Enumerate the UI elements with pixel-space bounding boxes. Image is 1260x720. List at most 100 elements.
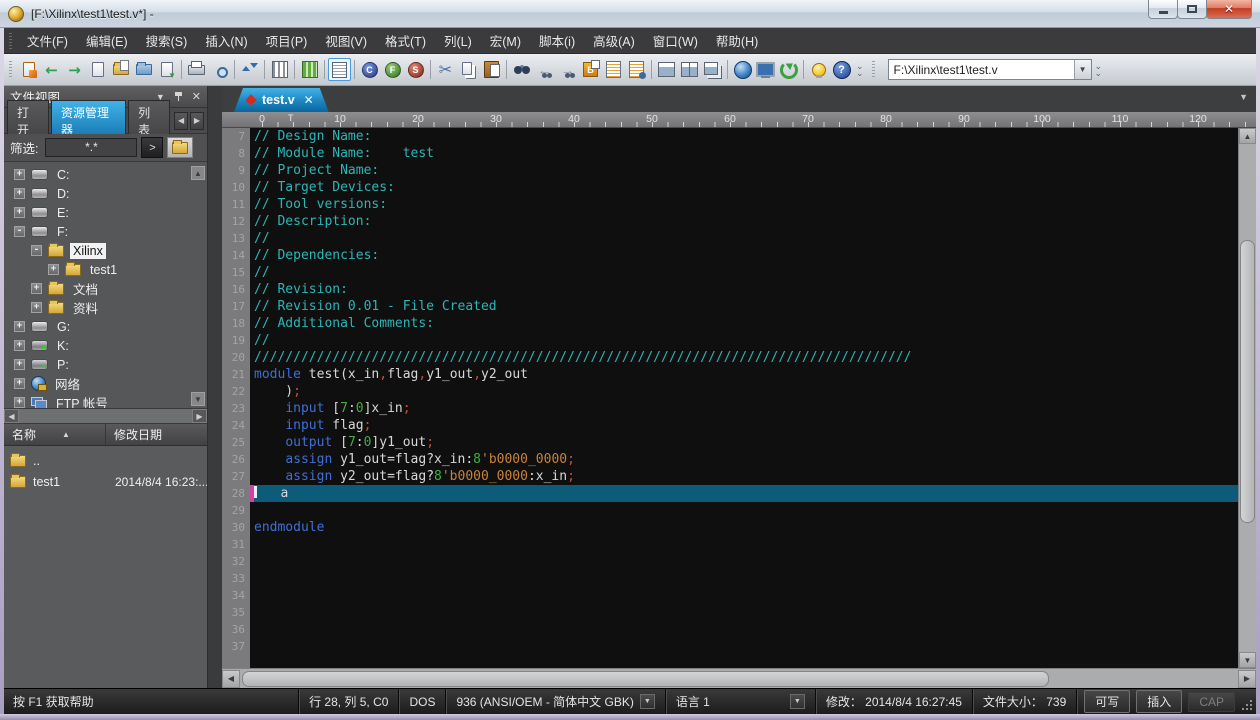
tree-label[interactable]: 文档	[70, 278, 101, 299]
tree-label[interactable]: D:	[54, 186, 73, 202]
tree-item-D:[interactable]: + D:	[4, 184, 207, 203]
new-file-icon[interactable]	[86, 58, 109, 81]
tab-list-dropdown-icon[interactable]: ▼	[1239, 92, 1248, 102]
hex-edit-icon[interactable]	[298, 58, 321, 81]
expand-icon[interactable]: +	[14, 321, 25, 332]
browser-icon[interactable]	[731, 58, 754, 81]
filter-browse-button[interactable]	[167, 137, 193, 158]
insert-mode-toggle[interactable]: 插入	[1136, 690, 1182, 713]
save-icon[interactable]	[155, 58, 178, 81]
tree-item-Xilinx[interactable]: - Xilinx	[4, 241, 207, 260]
tree-item-资料[interactable]: +资料	[4, 298, 207, 317]
filter-input[interactable]: *.*	[45, 138, 137, 157]
panel-close-icon[interactable]: ✕	[192, 90, 201, 103]
sidebar-hscroll-track[interactable]	[19, 409, 192, 423]
tree-label[interactable]: G:	[54, 319, 73, 335]
expand-icon[interactable]: +	[14, 188, 25, 199]
column-date[interactable]: 修改日期	[106, 426, 207, 443]
expand-icon[interactable]: +	[14, 207, 25, 218]
code-line-12[interactable]: 12// Description:	[222, 213, 1256, 230]
status-language[interactable]: 语言 1 ▼	[665, 689, 815, 714]
menu-格式(T)[interactable]: 格式(T)	[376, 27, 435, 54]
code-line-24[interactable]: 24 input flag;	[222, 417, 1256, 434]
tree-item-G:[interactable]: + G:	[4, 317, 207, 336]
toolbar-overflow2-icon[interactable]: ⌄⌄	[1095, 63, 1103, 77]
compare-icon[interactable]	[625, 58, 648, 81]
pin-icon[interactable]	[174, 92, 183, 102]
file-row-test1[interactable]: test12014/8/4 16:23:...	[4, 471, 207, 492]
tree-label[interactable]: 网络	[52, 373, 83, 394]
menu-插入(N)[interactable]: 插入(N)	[196, 27, 256, 54]
expand-icon[interactable]: +	[14, 378, 25, 389]
panel-splitter[interactable]	[208, 86, 222, 688]
code-line-28[interactable]: 28 a	[222, 485, 1256, 502]
maximize-button[interactable]	[1177, 0, 1207, 19]
code-line-16[interactable]: 16// Revision:	[222, 281, 1256, 298]
encoding-dropdown-icon[interactable]: ▼	[640, 694, 655, 709]
tree-item-网络[interactable]: + 网络	[4, 374, 207, 393]
function-s-icon[interactable]: S	[404, 58, 427, 81]
status-encoding[interactable]: 936 (ANSI/OEM - 简体中文 GBK) ▼	[445, 689, 664, 714]
language-dropdown-icon[interactable]: ▼	[790, 694, 805, 709]
combo-dropdown-button[interactable]: ▼	[1074, 60, 1091, 79]
menu-列(L)[interactable]: 列(L)	[435, 27, 481, 54]
collapse-icon[interactable]: -	[31, 245, 42, 256]
tree-item-C:[interactable]: +C:	[4, 165, 207, 184]
code-line-10[interactable]: 10// Target Devices:	[222, 179, 1256, 196]
forward-icon[interactable]: →	[63, 58, 86, 81]
code-line-34[interactable]: 34	[222, 587, 1256, 604]
ftp-open-icon[interactable]	[17, 58, 40, 81]
tab-close-icon[interactable]: ✕	[304, 93, 314, 107]
tree-item-E:[interactable]: +E:	[4, 203, 207, 222]
scroll-right-icon[interactable]: ▶	[192, 409, 207, 423]
code-line-20[interactable]: 20//////////////////////////////////////…	[222, 349, 1256, 366]
menu-项目(P)[interactable]: 项目(P)	[257, 27, 317, 54]
tree-label[interactable]: test1	[87, 262, 120, 278]
code-line-36[interactable]: 36	[222, 621, 1256, 638]
code-line-7[interactable]: 7// Design Name:	[222, 128, 1256, 145]
menu-脚本(i)[interactable]: 脚本(i)	[530, 27, 584, 54]
tree-item-文档[interactable]: +文档	[4, 279, 207, 298]
scroll-down-icon[interactable]: ▼	[1239, 652, 1256, 668]
code-line-15[interactable]: 15//	[222, 264, 1256, 281]
filter-go-button[interactable]: >	[141, 137, 163, 158]
copies-icon[interactable]	[701, 58, 724, 81]
tree-label[interactable]: FTP 帐号	[53, 392, 111, 408]
tree-label[interactable]: F:	[54, 224, 71, 240]
code-line-8[interactable]: 8// Module Name: test	[222, 145, 1256, 162]
code-line-22[interactable]: 22 );	[222, 383, 1256, 400]
tip-icon[interactable]	[807, 58, 830, 81]
code-editor[interactable]: 7// Design Name: 8// Module Name: test9/…	[222, 128, 1256, 668]
tree-label[interactable]: P:	[54, 357, 72, 373]
tree-scroll-down-icon[interactable]: ▼	[191, 392, 205, 406]
expand-icon[interactable]: +	[14, 359, 25, 370]
title-bar[interactable]: [F:\Xilinx\test1\test.v*] - ✕	[0, 0, 1260, 28]
tree-item-K:[interactable]: + K:	[4, 336, 207, 355]
cascade-icon[interactable]	[655, 58, 678, 81]
file-row-..[interactable]: ..	[4, 450, 207, 471]
scroll-left-icon[interactable]: ◀	[4, 409, 19, 423]
back-icon[interactable]: ←	[40, 58, 63, 81]
close-file-icon[interactable]	[132, 58, 155, 81]
code-line-9[interactable]: 9// Project Name:	[222, 162, 1256, 179]
copy-icon[interactable]	[457, 58, 480, 81]
capture-icon[interactable]	[754, 58, 777, 81]
code-line-30[interactable]: 30endmodule	[222, 519, 1256, 536]
code-line-25[interactable]: 25 output [7:0]y1_out;	[222, 434, 1256, 451]
tree-label[interactable]: K:	[54, 338, 72, 354]
expand-icon[interactable]: +	[48, 264, 59, 275]
tree-item-test1[interactable]: + test1	[4, 260, 207, 279]
open-file-icon[interactable]	[109, 58, 132, 81]
code-line-37[interactable]: 37	[222, 638, 1256, 655]
scroll-left-icon[interactable]: ◀	[222, 670, 240, 688]
refresh-icon[interactable]	[777, 58, 800, 81]
tree-label[interactable]: Xilinx	[70, 243, 106, 259]
column-mode-icon[interactable]	[268, 58, 291, 81]
vscroll-thumb[interactable]	[1240, 240, 1255, 523]
paste-icon[interactable]	[480, 58, 503, 81]
code-line-27[interactable]: 27 assign y2_out=flag?8'b0000_0000:x_in;	[222, 468, 1256, 485]
expand-icon[interactable]: +	[14, 169, 25, 180]
sidebar-hscrollbar[interactable]: ◀ ▶	[4, 408, 207, 424]
expand-icon[interactable]: +	[14, 340, 25, 351]
find-next-icon[interactable]: →	[556, 58, 579, 81]
